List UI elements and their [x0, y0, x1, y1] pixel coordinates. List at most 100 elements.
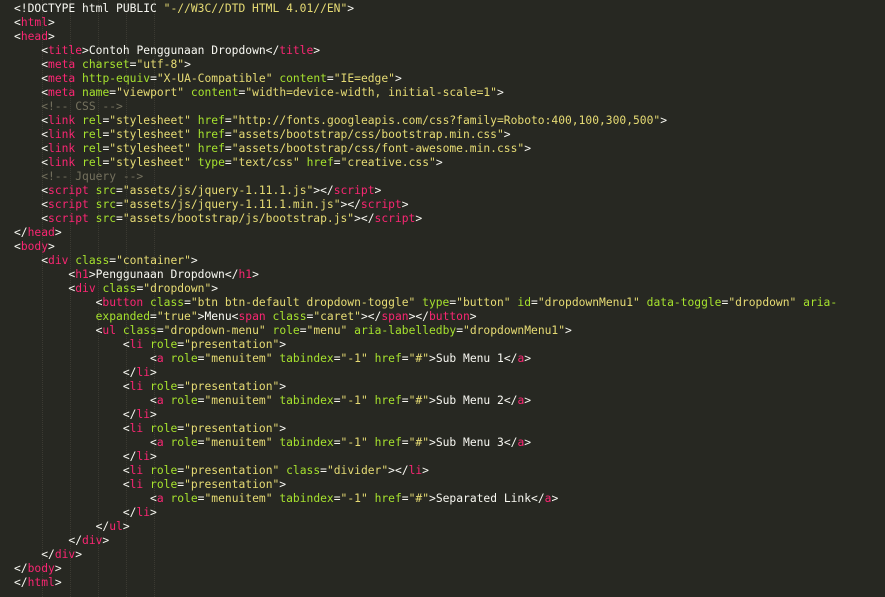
- code-token: head: [27, 226, 55, 239]
- code-token: aria-labelledby: [354, 324, 457, 337]
- code-token: role: [150, 338, 178, 351]
- code-token: <: [14, 142, 49, 155]
- code-token: <: [14, 436, 157, 449]
- code-token: role: [170, 394, 198, 407]
- code-token: </: [14, 576, 28, 589]
- code-token: >: [524, 142, 532, 155]
- code-token: ></: [313, 184, 334, 197]
- code-token: >: [184, 58, 191, 71]
- code-token: div: [54, 548, 76, 561]
- code-token: a: [156, 394, 164, 407]
- code-line: <script src="assets/js/jquery-1.11.1.min…: [14, 198, 885, 212]
- code-token: rel: [82, 128, 103, 141]
- code-token: role: [170, 352, 198, 365]
- code-line: <a role="menuitem" tabindex="-1" href="#…: [14, 352, 885, 366]
- code-line: <meta charset="utf-8">: [14, 58, 885, 72]
- code-token: >: [150, 450, 157, 463]
- code-token: <: [14, 86, 49, 99]
- code-token: "-//W3C//DTD HTML 4.01//EN": [163, 2, 348, 15]
- code-token: <!-- CSS -->: [14, 100, 123, 113]
- code-token: <: [14, 30, 21, 43]
- code-token: <: [14, 128, 49, 141]
- code-token: =: [320, 464, 327, 477]
- code-token: =: [150, 72, 157, 85]
- code-token: =: [401, 352, 409, 365]
- code-token: href: [197, 114, 225, 127]
- code-token: =: [401, 436, 409, 449]
- code-token: type: [422, 296, 450, 309]
- code-token: >: [503, 128, 511, 141]
- code-token: <: [14, 58, 49, 71]
- code-token: class: [150, 296, 185, 309]
- code-token: >: [279, 380, 287, 393]
- code-line: expanded="true">Menu<span class="caret">…: [14, 310, 885, 324]
- code-token: =: [150, 310, 157, 323]
- code-token: span: [238, 310, 266, 323]
- code-editor[interactable]: <!DOCTYPE html PUBLIC "-//W3C//DTD HTML …: [0, 0, 885, 597]
- code-token: >: [524, 436, 532, 449]
- code-token: "assets/bootstrap/css/font-awesome.min.c…: [231, 142, 525, 155]
- code-token: "menuitem": [204, 352, 273, 365]
- code-token: >: [524, 394, 532, 407]
- code-token: <: [14, 184, 49, 197]
- code-token: "stylesheet": [109, 128, 191, 141]
- code-token: "menu": [306, 324, 348, 337]
- code-line: <a role="menuitem" tabindex="-1" href="#…: [14, 492, 885, 506]
- code-token: >: [102, 534, 110, 547]
- code-line: </head>: [14, 226, 885, 240]
- code-line: <meta name="viewport" content="width=dev…: [14, 86, 885, 100]
- code-token: >: [401, 198, 409, 211]
- code-token: >: [565, 324, 572, 337]
- code-token: div: [75, 282, 96, 295]
- code-token: href: [374, 492, 402, 505]
- code-token: div: [82, 534, 103, 547]
- code-token: name: [82, 86, 110, 99]
- code-line: <li role="presentation">: [14, 478, 885, 492]
- code-token: li: [129, 478, 144, 491]
- code-token: >: [150, 506, 157, 519]
- code-token: href: [374, 352, 402, 365]
- code-token: body: [27, 562, 55, 575]
- code-token: rel: [82, 142, 103, 155]
- code-token: tabindex: [279, 352, 334, 365]
- code-token: =: [116, 184, 123, 197]
- code-token: li: [136, 450, 151, 463]
- code-token: >Separated Link</: [429, 492, 545, 505]
- code-token: </: [14, 548, 55, 561]
- code-token: =: [224, 114, 232, 127]
- code-line: <link rel="stylesheet" href="assets/boot…: [14, 142, 885, 156]
- code-token: li: [136, 506, 151, 519]
- code-token: =: [333, 492, 341, 505]
- code-token: <: [14, 16, 21, 29]
- code-token: role: [272, 324, 300, 337]
- code-token: >Sub Menu 2</: [429, 394, 518, 407]
- code-line: </html>: [14, 576, 885, 590]
- code-token: </: [14, 366, 137, 379]
- code-token: <: [14, 478, 130, 491]
- code-token: charset: [82, 58, 130, 71]
- code-line: <head>: [14, 30, 885, 44]
- code-token: href: [306, 156, 334, 169]
- code-token: >: [415, 212, 423, 225]
- code-token: "-1": [340, 352, 368, 365]
- code-token: "stylesheet": [109, 114, 191, 127]
- code-token: >: [496, 86, 504, 99]
- code-token: <: [14, 296, 103, 309]
- code-token: id: [517, 296, 532, 309]
- code-token: script: [48, 212, 89, 225]
- code-token: href: [374, 436, 402, 449]
- code-token: "stylesheet": [109, 156, 191, 169]
- code-token: "assets/js/jquery-1.11.1.min.js": [122, 198, 341, 211]
- code-token: button: [102, 296, 144, 309]
- code-token: li: [129, 380, 144, 393]
- code-token: src: [95, 184, 117, 197]
- code-token: link: [48, 114, 76, 127]
- code-token: =: [116, 212, 123, 225]
- code-token: data-toggle: [646, 296, 722, 309]
- code-token: "http://fonts.googleapis.com/css?family=…: [231, 114, 661, 127]
- code-line: <body>: [14, 240, 885, 254]
- code-token: <: [14, 114, 49, 127]
- code-token: "dropdown": [143, 282, 212, 295]
- code-token: "#": [408, 436, 430, 449]
